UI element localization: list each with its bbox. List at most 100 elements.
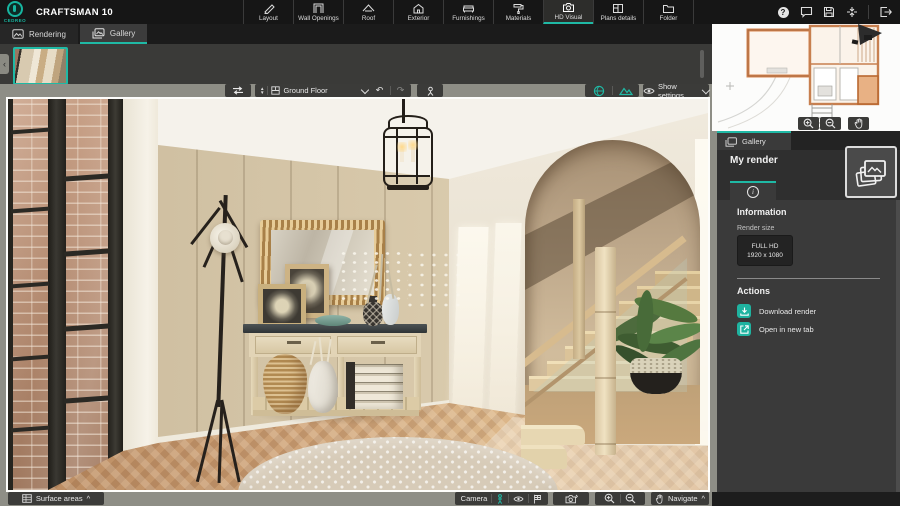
menu-item-hd-visual[interactable]: HD Visual: [542, 0, 593, 24]
menu-item-layout[interactable]: Layout: [242, 0, 293, 24]
plan-zoom-in-button[interactable]: [798, 117, 819, 130]
help-icon: ?: [777, 6, 789, 18]
scene-glass-door-brick: [8, 99, 123, 490]
menu-item-folder[interactable]: Folder: [642, 0, 694, 24]
chat-icon: [800, 6, 813, 18]
plan-pan-button[interactable]: [848, 117, 869, 130]
feedback-button[interactable]: [799, 5, 813, 19]
hat-crown: [218, 230, 233, 245]
floor-stepper[interactable]: ▲ ▼: [260, 87, 264, 94]
app-window: CEDREO CRAFTSMAN 10 Layout Wall Openings…: [0, 0, 900, 506]
camera-controls-group: Camera: [455, 492, 548, 505]
drawer-handle: [287, 341, 301, 344]
navigate-button[interactable]: Navigate ^: [651, 492, 709, 505]
show-settings-button[interactable]: Show settings: [643, 82, 711, 100]
image-icon: [12, 29, 24, 39]
camera-switch-button[interactable]: [553, 492, 589, 505]
chevron-down-icon: [360, 85, 370, 94]
stair-newel-foreground: [595, 247, 616, 455]
tab-rendering[interactable]: Rendering: [0, 24, 78, 44]
plan-zoom-out-button[interactable]: [820, 117, 841, 130]
render-size-line2: 1920 x 1080: [747, 251, 783, 259]
render-size-line1: FULL HD: [751, 242, 779, 250]
eye-icon: [643, 87, 655, 95]
panel-title: My render: [730, 155, 778, 166]
render-viewport[interactable]: [8, 99, 708, 490]
terrain-button[interactable]: [613, 86, 639, 96]
menu-label: Exterior: [407, 14, 430, 22]
thumbnail-strip: ‹: [0, 44, 712, 85]
floor-selector[interactable]: ▲ ▼ Ground Floor: [255, 84, 373, 97]
menu-item-wall-openings[interactable]: Wall Openings: [292, 0, 343, 24]
divider: [528, 494, 530, 503]
tab-label: Gallery: [109, 28, 136, 38]
camera-label: Camera: [460, 494, 488, 503]
tab-gallery[interactable]: Gallery: [79, 24, 148, 44]
tripod-camera-icon: [425, 86, 436, 96]
bottom-bar: Surface areas ^ Camera Navigate ^: [0, 492, 712, 506]
pencil-icon: [262, 3, 275, 14]
render-size-card[interactable]: FULL HD 1920 x 1080: [737, 235, 793, 266]
wall-section-icon[interactable]: [533, 494, 542, 504]
floor-plan-icon: [271, 86, 281, 95]
save-icon: [823, 6, 835, 18]
camera-switch-icon: [565, 494, 578, 504]
person-height-icon[interactable]: [496, 493, 504, 504]
walkthrough-button[interactable]: [417, 84, 443, 97]
open-new-tab-button[interactable]: Open in new tab: [737, 322, 814, 336]
floorplan-minimap[interactable]: [712, 24, 900, 131]
collapse-view-button[interactable]: [845, 5, 859, 19]
exit-button[interactable]: [878, 5, 892, 19]
panel-scrollbar[interactable]: [896, 200, 900, 497]
render-gallery-thumbnail[interactable]: [845, 146, 897, 198]
save-button[interactable]: [822, 5, 836, 19]
info-icon: i: [747, 185, 759, 198]
render-thumbnail[interactable]: [13, 47, 68, 85]
menu-label: Roof: [361, 14, 376, 22]
help-button[interactable]: ?: [776, 5, 790, 19]
panel-tab-gallery[interactable]: Gallery: [717, 131, 791, 150]
render-size-label: Render size: [737, 225, 775, 232]
menu-item-furnishings[interactable]: Furnishings: [442, 0, 493, 24]
menu-item-plans-details[interactable]: Plans details: [592, 0, 643, 24]
lantern-base: [387, 185, 429, 190]
birdseye-icon[interactable]: [513, 495, 524, 503]
surface-areas-button[interactable]: Surface areas ^: [8, 492, 104, 505]
globe-button[interactable]: [586, 85, 612, 97]
menu-label: Materials: [505, 14, 532, 22]
window-actions: ?: [776, 0, 900, 24]
render-toolbar: ▲ ▼ Ground Floor ↶ ↷ Show settings: [0, 82, 712, 100]
lantern-cage: [383, 127, 433, 187]
open-external-icon: [737, 322, 751, 336]
plan-sheet-icon: [612, 3, 624, 14]
flower-cluster: [400, 247, 466, 309]
caret-up-icon: ^: [86, 494, 91, 503]
scene-corner-wall: [123, 99, 158, 471]
undo-button[interactable]: ↶: [370, 86, 390, 95]
panel-content: Information Render size FULL HD 1920 x 1…: [717, 200, 900, 497]
menu-item-roof[interactable]: Roof: [342, 0, 393, 24]
menu-label: Layout: [259, 14, 278, 22]
download-label: Download render: [759, 306, 817, 316]
swap-view-button[interactable]: [225, 84, 251, 97]
info-tab[interactable]: i: [730, 181, 776, 200]
bottom-bar-right: [712, 492, 900, 506]
zoom-out-button[interactable]: [620, 493, 640, 504]
white-shelf-vase: [308, 361, 338, 413]
house-icon: [412, 3, 425, 14]
zoom-in-button[interactable]: [600, 493, 620, 504]
strip-scrollbar[interactable]: [700, 50, 704, 78]
download-icon: [737, 304, 751, 318]
information-heading: Information: [737, 207, 787, 217]
lantern-hoop: [385, 136, 430, 138]
menu-item-exterior[interactable]: Exterior: [392, 0, 443, 24]
menu-label: HD Visual: [554, 13, 583, 21]
redo-button[interactable]: ↷: [391, 86, 411, 95]
menu-label: Wall Openings: [298, 14, 339, 22]
zoom-group: [595, 492, 645, 505]
divider: [267, 86, 269, 95]
menu-item-materials[interactable]: Materials: [492, 0, 543, 24]
strip-collapse-button[interactable]: ‹: [0, 54, 9, 74]
download-render-button[interactable]: Download render: [737, 304, 816, 318]
cedreo-logo: CEDREO: [0, 0, 30, 24]
